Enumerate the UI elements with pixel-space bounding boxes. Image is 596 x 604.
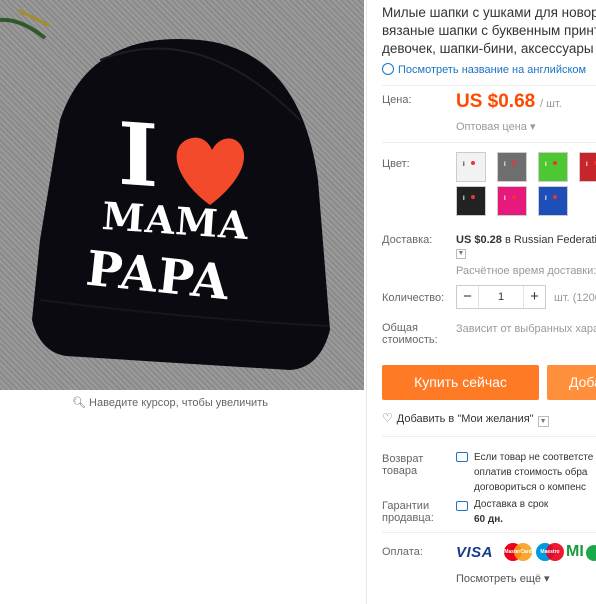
zoom-hint-text: Наведите курсор, чтобы увеличить bbox=[89, 397, 268, 409]
quantity-stepper: − 1 + bbox=[456, 285, 546, 309]
color-swatch-pink[interactable]: I bbox=[497, 186, 527, 216]
on-time-delivery-icon bbox=[456, 501, 468, 511]
swatch-heart-icon bbox=[512, 161, 516, 165]
shipping-price: US $0.28 bbox=[456, 234, 502, 246]
swatch-heart-icon bbox=[471, 195, 475, 199]
shipping-expand-icon[interactable]: ▼ bbox=[456, 249, 466, 259]
price-label: Цена: bbox=[382, 94, 412, 106]
shipping-info[interactable]: US $0.28 в Russian Federation bbox=[456, 234, 596, 246]
zoom-hint: 🔍︎ Наведите курсор, чтобы увеличить bbox=[0, 396, 340, 409]
color-swatch-blue[interactable]: I bbox=[538, 186, 568, 216]
color-swatch-white[interactable]: I bbox=[456, 152, 486, 182]
on-time-delivery-days: 60 дн. bbox=[474, 514, 504, 525]
delivery-estimate: Расчётное время доставки: bbox=[456, 265, 596, 277]
translate-title-link[interactable]: Посмотреть название на английском bbox=[382, 63, 586, 76]
swatch-thumbnail-text: I bbox=[586, 162, 588, 168]
swatch-heart-icon bbox=[471, 161, 475, 165]
quantity-increase-button[interactable]: + bbox=[523, 286, 545, 308]
add-to-wishlist[interactable]: ♡ Добавить в "Мои желания" ▼ bbox=[382, 411, 549, 427]
price-value: US $0.68 bbox=[456, 91, 536, 112]
returns-line: оплатив стоимость обра bbox=[474, 467, 588, 478]
see-more-payment-link[interactable]: Посмотреть ещё ▾ bbox=[456, 572, 550, 585]
wishlist-label: Добавить в "Мои желания" bbox=[396, 413, 534, 425]
quantity-available: шт. (1200 bbox=[554, 292, 596, 304]
returns-line: Если товар не соответсте bbox=[474, 452, 594, 463]
divider bbox=[382, 532, 596, 533]
color-swatch-red[interactable]: I bbox=[579, 152, 596, 182]
hat-print-letter-i: I bbox=[118, 103, 159, 208]
quantity-decrease-button[interactable]: − bbox=[457, 286, 479, 308]
returns-label: Возврат товара bbox=[382, 453, 424, 477]
swatch-thumbnail-text: I bbox=[504, 162, 506, 168]
divider bbox=[382, 436, 596, 437]
translate-link-text: Посмотреть название на английском bbox=[398, 64, 587, 76]
swatch-thumbnail-text: I bbox=[463, 196, 465, 202]
total-value: Зависит от выбранных хара bbox=[456, 323, 596, 335]
payment-label: Оплата: bbox=[382, 546, 423, 558]
total-label: Общая стоимость: bbox=[382, 322, 438, 346]
magnifier-icon: 🔍︎ bbox=[72, 397, 86, 409]
swatch-thumbnail-text: I bbox=[463, 162, 465, 168]
color-swatch-gray[interactable]: I bbox=[497, 152, 527, 182]
swatch-heart-icon bbox=[553, 161, 557, 165]
translate-icon bbox=[382, 63, 394, 75]
chevron-down-icon: ▾ bbox=[544, 573, 550, 585]
divider bbox=[382, 142, 596, 143]
wishlist-dropdown-icon[interactable]: ▼ bbox=[537, 416, 549, 427]
quantity-label: Количество: bbox=[382, 292, 445, 304]
shipping-label: Доставка: bbox=[382, 234, 433, 246]
return-policy-icon bbox=[456, 452, 468, 462]
color-swatch-green[interactable]: I bbox=[538, 152, 568, 182]
hat-photo-graphic bbox=[0, 8, 330, 370]
wholesale-label: Оптовая цена bbox=[456, 121, 527, 133]
buy-now-button[interactable]: Купить сейчас bbox=[382, 365, 539, 400]
heart-icon: ♡ bbox=[382, 411, 393, 425]
returns-line: договориться о компенс bbox=[474, 482, 587, 493]
product-main-image[interactable]: I MAMA PAPA bbox=[0, 0, 364, 390]
mir-logo: MI bbox=[566, 543, 584, 560]
visa-logo: VISA bbox=[456, 544, 494, 561]
returns-text: Если товар не соответсте оплатив стоимос… bbox=[474, 450, 593, 495]
see-more-text: Посмотреть ещё bbox=[456, 573, 541, 585]
mastercard-logo: MasterCard bbox=[504, 543, 532, 561]
wholesale-price-dropdown[interactable]: Оптовая цена ▾ bbox=[456, 120, 535, 133]
maestro-logo: Maestro bbox=[536, 543, 564, 561]
payment-badge-icon bbox=[586, 545, 596, 561]
swatch-heart-icon bbox=[553, 195, 557, 199]
swatch-thumbnail-text: I bbox=[545, 162, 547, 168]
swatch-heart-icon bbox=[512, 195, 516, 199]
shipping-method: в Russian Federation bbox=[504, 234, 596, 246]
color-swatch-black[interactable]: I bbox=[456, 186, 486, 216]
product-details: Милые шапки с ушками для новорожд вязаны… bbox=[382, 0, 596, 604]
price-unit: / шт. bbox=[540, 98, 562, 110]
quantity-input[interactable]: 1 bbox=[479, 286, 523, 308]
caret-down-icon: ▾ bbox=[529, 121, 536, 133]
divider bbox=[382, 85, 596, 86]
color-label: Цвет: bbox=[382, 158, 410, 170]
swatch-thumbnail-text: I bbox=[504, 196, 506, 202]
on-time-delivery-text: Доставка в срок bbox=[474, 499, 549, 510]
seller-guarantee-label: Гарантии продавца: bbox=[382, 500, 434, 524]
swatch-thumbnail-text: I bbox=[545, 196, 547, 202]
column-divider bbox=[366, 0, 367, 604]
product-title: Милые шапки с ушками для новорожд вязаны… bbox=[382, 5, 596, 56]
add-to-cart-button[interactable]: Доба bbox=[547, 365, 596, 400]
product-gallery: I MAMA PAPA 🔍︎ Наведите курсор, чтобы ув… bbox=[0, 0, 364, 604]
